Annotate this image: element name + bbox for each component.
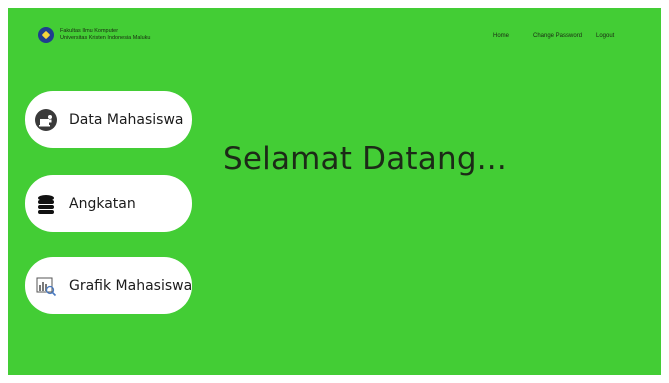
- nav-change-password-link[interactable]: Change Password: [533, 33, 582, 39]
- page-frame: Fakultas Ilmu Komputer Universitas Krist…: [8, 8, 661, 375]
- data-mahasiswa-button[interactable]: Data Mahasiswa: [25, 91, 192, 148]
- logo-emblem: [41, 30, 51, 40]
- data-mahasiswa-label: Data Mahasiswa: [69, 111, 184, 128]
- brand-faculty: Fakultas Ilmu Komputer: [60, 28, 119, 34]
- chart-search-icon: [35, 275, 57, 297]
- database-icon: [35, 193, 57, 215]
- brand-university: Universitas Kristen Indonesia Maluku: [60, 35, 151, 41]
- angkatan-label: Angkatan: [69, 195, 136, 212]
- laptop-person-icon: [35, 108, 57, 131]
- welcome-heading: Selamat Datang...: [223, 141, 507, 177]
- university-logo-icon: [38, 27, 54, 43]
- grafik-mahasiswa-label: Grafik Mahasiswa: [69, 277, 193, 294]
- angkatan-button[interactable]: Angkatan: [25, 175, 192, 232]
- brand-text: Fakultas Ilmu Komputer Universitas Krist…: [60, 28, 151, 42]
- grafik-mahasiswa-button[interactable]: Grafik Mahasiswa: [25, 257, 192, 314]
- nav-logout-link[interactable]: Logout: [596, 33, 614, 39]
- brand: Fakultas Ilmu Komputer Universitas Krist…: [38, 27, 151, 43]
- nav-home-link[interactable]: Home: [493, 33, 509, 39]
